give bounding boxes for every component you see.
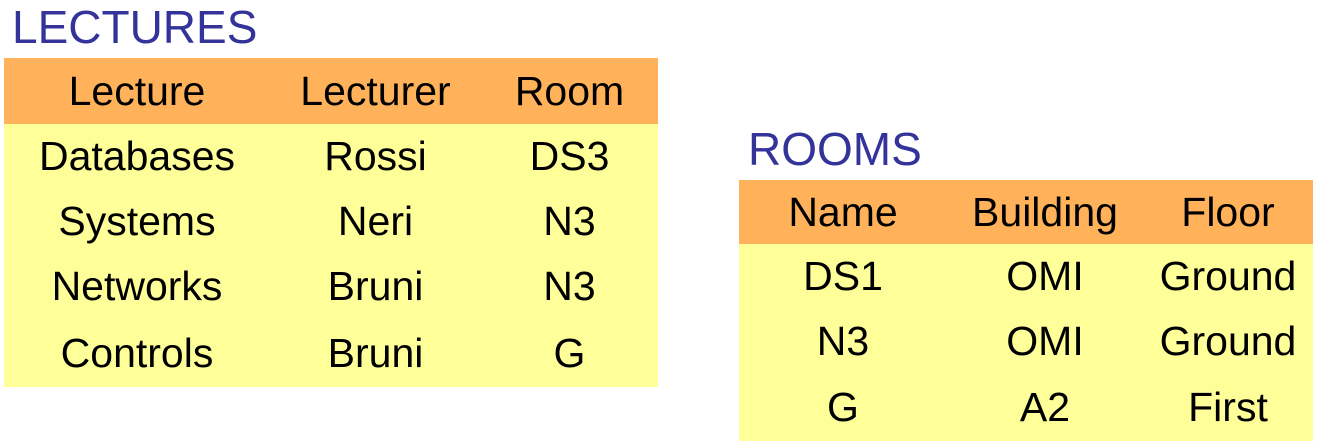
lecturer-cell: Neri xyxy=(337,198,414,244)
floor-cell: Ground xyxy=(1159,253,1297,299)
lecture-cell: Controls xyxy=(60,329,214,376)
room-name-cell: N3 xyxy=(816,318,870,364)
lecturer-cell: Bruni xyxy=(327,263,424,309)
table-row: G A2 First xyxy=(739,374,1313,441)
rooms-title: ROOMS xyxy=(748,123,922,175)
table-row: Databases Rossi DS3 xyxy=(4,124,658,189)
lecture-cell: Databases xyxy=(38,133,235,179)
table-row: N3 OMI Ground xyxy=(739,309,1313,374)
lecture-cell: Networks xyxy=(51,263,223,309)
floor-cell: Ground xyxy=(1159,318,1297,364)
table-row: Systems Neri N3 xyxy=(4,189,658,254)
floor-cell: First xyxy=(1188,384,1268,430)
rooms-header-row: Name Building Floor xyxy=(739,180,1313,244)
room-cell: DS3 xyxy=(529,133,610,179)
room-name-cell: G xyxy=(827,384,859,430)
rooms-table: Name Building Floor DS1 OMI Ground N3 OM… xyxy=(739,180,1313,441)
room-name-cell: DS1 xyxy=(803,253,883,299)
building-cell: A2 xyxy=(1019,384,1071,430)
lectures-header-row: Lecture Lecturer Room xyxy=(4,58,658,124)
rooms-header-floor: Floor xyxy=(1181,188,1275,235)
lectures-header-lecture: Lecture xyxy=(68,67,206,114)
lectures-table: Lecture Lecturer Room Databases Rossi DS… xyxy=(4,58,658,387)
table-row: Controls Bruni G xyxy=(4,319,658,387)
table-row: DS1 OMI Ground xyxy=(739,244,1313,309)
lectures-header-lecturer: Lecturer xyxy=(300,67,451,114)
lectures-title: LECTURES xyxy=(12,1,258,53)
building-cell: OMI xyxy=(1006,253,1084,299)
lecture-cell: Systems xyxy=(58,198,216,244)
room-cell: N3 xyxy=(543,198,596,244)
lecturer-cell: Rossi xyxy=(324,133,427,179)
rooms-header-building: Building xyxy=(972,188,1118,235)
lecturer-cell: Bruni xyxy=(327,329,424,376)
lectures-header-room: Room xyxy=(514,67,625,114)
room-cell: G xyxy=(553,329,586,376)
building-cell: OMI xyxy=(1006,318,1084,364)
table-row: Networks Bruni N3 xyxy=(4,254,658,319)
room-cell: N3 xyxy=(543,263,596,309)
rooms-header-name: Name xyxy=(788,188,898,235)
